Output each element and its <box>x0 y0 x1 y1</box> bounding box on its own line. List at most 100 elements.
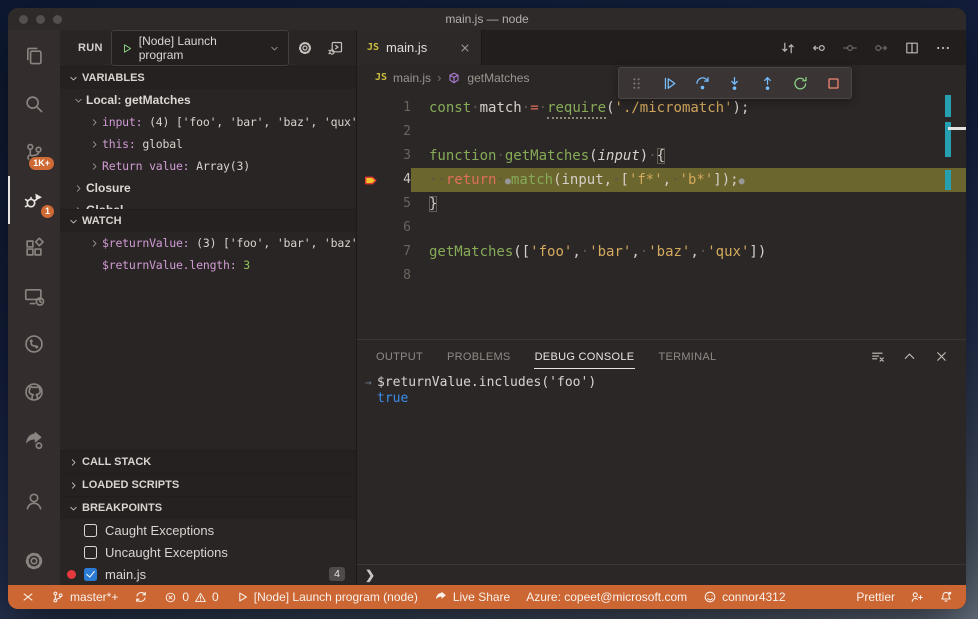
loaded-scripts-section-header[interactable]: LOADED SCRIPTS <box>60 473 356 496</box>
variable-row[interactable]: Closure <box>60 177 356 199</box>
maximize-panel-icon[interactable] <box>902 349 917 364</box>
code-line-content[interactable]: const·match·=·require('./micromatch'); <box>411 96 966 120</box>
breakpoint-checkbox[interactable] <box>84 567 97 581</box>
breakpoint-gutter[interactable] <box>357 192 385 216</box>
continue-icon[interactable] <box>661 75 678 92</box>
status-live-share[interactable]: Live Share <box>434 590 510 604</box>
panel-tab-terminal[interactable]: TERMINAL <box>657 344 717 369</box>
breakpoint-row[interactable]: main.js 4 <box>60 563 356 585</box>
status-remote-indicator[interactable] <box>21 590 35 604</box>
clear-console-icon[interactable] <box>870 349 885 364</box>
panel-tab-output[interactable]: OUTPUT <box>375 344 424 369</box>
activity-source-control[interactable]: 1K+ <box>8 128 60 176</box>
debug-console-toggle-icon[interactable] <box>328 40 344 56</box>
breadcrumb-item[interactable]: getMatches <box>467 71 529 85</box>
breakpoint-gutter[interactable] <box>357 240 385 264</box>
breakpoint-gutter[interactable] <box>357 120 385 144</box>
breakpoint-checkbox[interactable] <box>84 545 97 559</box>
activity-live-share[interactable] <box>8 416 60 464</box>
code-line[interactable]: 5} <box>357 192 966 216</box>
status-prettier[interactable]: Prettier <box>856 590 895 604</box>
status-azure-account[interactable]: Azure: copeet@microsoft.com <box>526 590 687 604</box>
watch-section-header[interactable]: WATCH <box>60 209 356 232</box>
breadcrumb-item[interactable]: main.js <box>393 71 431 85</box>
activity-remote-explorer[interactable] <box>8 272 60 320</box>
code-line[interactable]: 3 function·getMatches(input)·{ <box>357 144 966 168</box>
code-line[interactable]: 8 <box>357 264 966 288</box>
code-line-content[interactable]: function·getMatches(input)·{ <box>411 144 966 168</box>
activity-github[interactable] <box>8 368 60 416</box>
debug-console-output[interactable]: → $returnValue.includes('foo') true <box>357 372 966 564</box>
split-editor-icon[interactable] <box>904 40 920 56</box>
code-token: , <box>572 244 581 260</box>
breakpoint-gutter[interactable] <box>357 216 385 240</box>
code-line[interactable]: 1 const·match·=·require('./micromatch'); <box>357 96 966 120</box>
breakpoint-gutter[interactable] <box>357 144 385 168</box>
breakpoint-gutter[interactable] <box>357 264 385 288</box>
open-changes-icon[interactable] <box>780 40 796 56</box>
status-debug-launch[interactable]: [Node] Launch program (node) <box>235 590 418 604</box>
code-line[interactable]: 6 <box>357 216 966 240</box>
more-actions-icon[interactable] <box>935 40 951 56</box>
code-editor[interactable]: 1 const·match·=·require('./micromatch'); 2… <box>357 90 966 339</box>
breakpoints-section-header[interactable]: BREAKPOINTS <box>60 496 356 519</box>
variable-row[interactable]: this: global <box>60 133 356 155</box>
title-bar[interactable]: main.js — node <box>8 8 966 30</box>
status-git-branch[interactable]: master*+ <box>51 590 118 604</box>
minimize-window-button[interactable] <box>36 14 45 24</box>
gear-icon[interactable] <box>297 40 313 56</box>
panel-tab-problems[interactable]: PROBLEMS <box>446 344 512 369</box>
status-notifications[interactable] <box>939 590 953 604</box>
breakpoint-row[interactable]: Caught Exceptions <box>60 519 356 541</box>
status-github-account[interactable]: connor4312 <box>703 590 786 604</box>
panel-tab-debug-console[interactable]: DEBUG CONSOLE <box>533 344 636 369</box>
close-panel-icon[interactable] <box>934 349 949 364</box>
activity-git-graph[interactable] <box>8 320 60 368</box>
code-line-content[interactable]: } <box>411 192 966 216</box>
activity-explorer[interactable] <box>8 32 60 80</box>
watch-row[interactable]: $returnValue: (3) ['foo', 'bar', 'baz'] <box>60 232 356 254</box>
code-line-content[interactable]: getMatches(['foo',·'bar',·'baz',·'qux']) <box>411 240 966 264</box>
variable-row[interactable]: Return value: Array(3) <box>60 155 356 177</box>
close-window-button[interactable] <box>19 14 28 24</box>
tab-main-js[interactable]: JS main.js <box>357 30 482 65</box>
close-tab-icon[interactable] <box>459 42 471 54</box>
variable-row[interactable]: Local: getMatches <box>60 89 356 111</box>
status-feedback[interactable] <box>910 590 924 604</box>
activity-extensions[interactable] <box>8 224 60 272</box>
call-stack-section-header[interactable]: CALL STACK <box>60 450 356 473</box>
breakpoint-checkbox[interactable] <box>84 523 97 537</box>
activity-accounts[interactable] <box>8 477 60 525</box>
breakpoint-gutter[interactable] <box>357 96 385 120</box>
code-line-content[interactable] <box>411 120 966 144</box>
status-sync[interactable] <box>134 590 148 604</box>
status-problems[interactable]: 00 <box>164 590 219 604</box>
debug-console-input[interactable]: ❯ <box>357 564 966 585</box>
code-line-content[interactable]: ··return·●match(input,·['f*',·'b*']);● <box>411 168 966 192</box>
variables-section-header[interactable]: VARIABLES <box>60 66 356 89</box>
variable-row[interactable]: input: (4) ['foo', 'bar', 'baz', 'qux'] <box>60 111 356 133</box>
code-line-content[interactable] <box>411 216 966 240</box>
step-over-icon[interactable] <box>694 75 711 92</box>
activity-run-and-debug[interactable]: 1 <box>8 176 60 224</box>
restart-icon[interactable] <box>792 75 809 92</box>
current-change-icon[interactable] <box>842 40 858 56</box>
activity-settings[interactable] <box>8 537 60 585</box>
launch-config-dropdown[interactable]: [Node] Launch program <box>110 30 289 66</box>
code-line[interactable]: 4 ··return·●match(input,·['f*',·'b*']);● <box>357 168 966 192</box>
variable-row[interactable]: Global <box>60 199 356 209</box>
step-into-icon[interactable] <box>726 75 743 92</box>
code-line[interactable]: 2 <box>357 120 966 144</box>
activity-search[interactable] <box>8 80 60 128</box>
watch-row[interactable]: $returnValue.length: 3 <box>60 254 356 276</box>
code-line[interactable]: 7 getMatches(['foo',·'bar',·'baz',·'qux']… <box>357 240 966 264</box>
code-line-content[interactable] <box>411 264 966 288</box>
stop-icon[interactable] <box>825 75 842 92</box>
start-debug-icon[interactable] <box>120 42 133 55</box>
breakpoint-row[interactable]: Uncaught Exceptions <box>60 541 356 563</box>
step-out-icon[interactable] <box>759 75 776 92</box>
breakpoint-gutter[interactable] <box>357 168 385 192</box>
zoom-window-button[interactable] <box>53 14 62 24</box>
next-change-icon[interactable] <box>873 40 889 56</box>
previous-change-icon[interactable] <box>811 40 827 56</box>
